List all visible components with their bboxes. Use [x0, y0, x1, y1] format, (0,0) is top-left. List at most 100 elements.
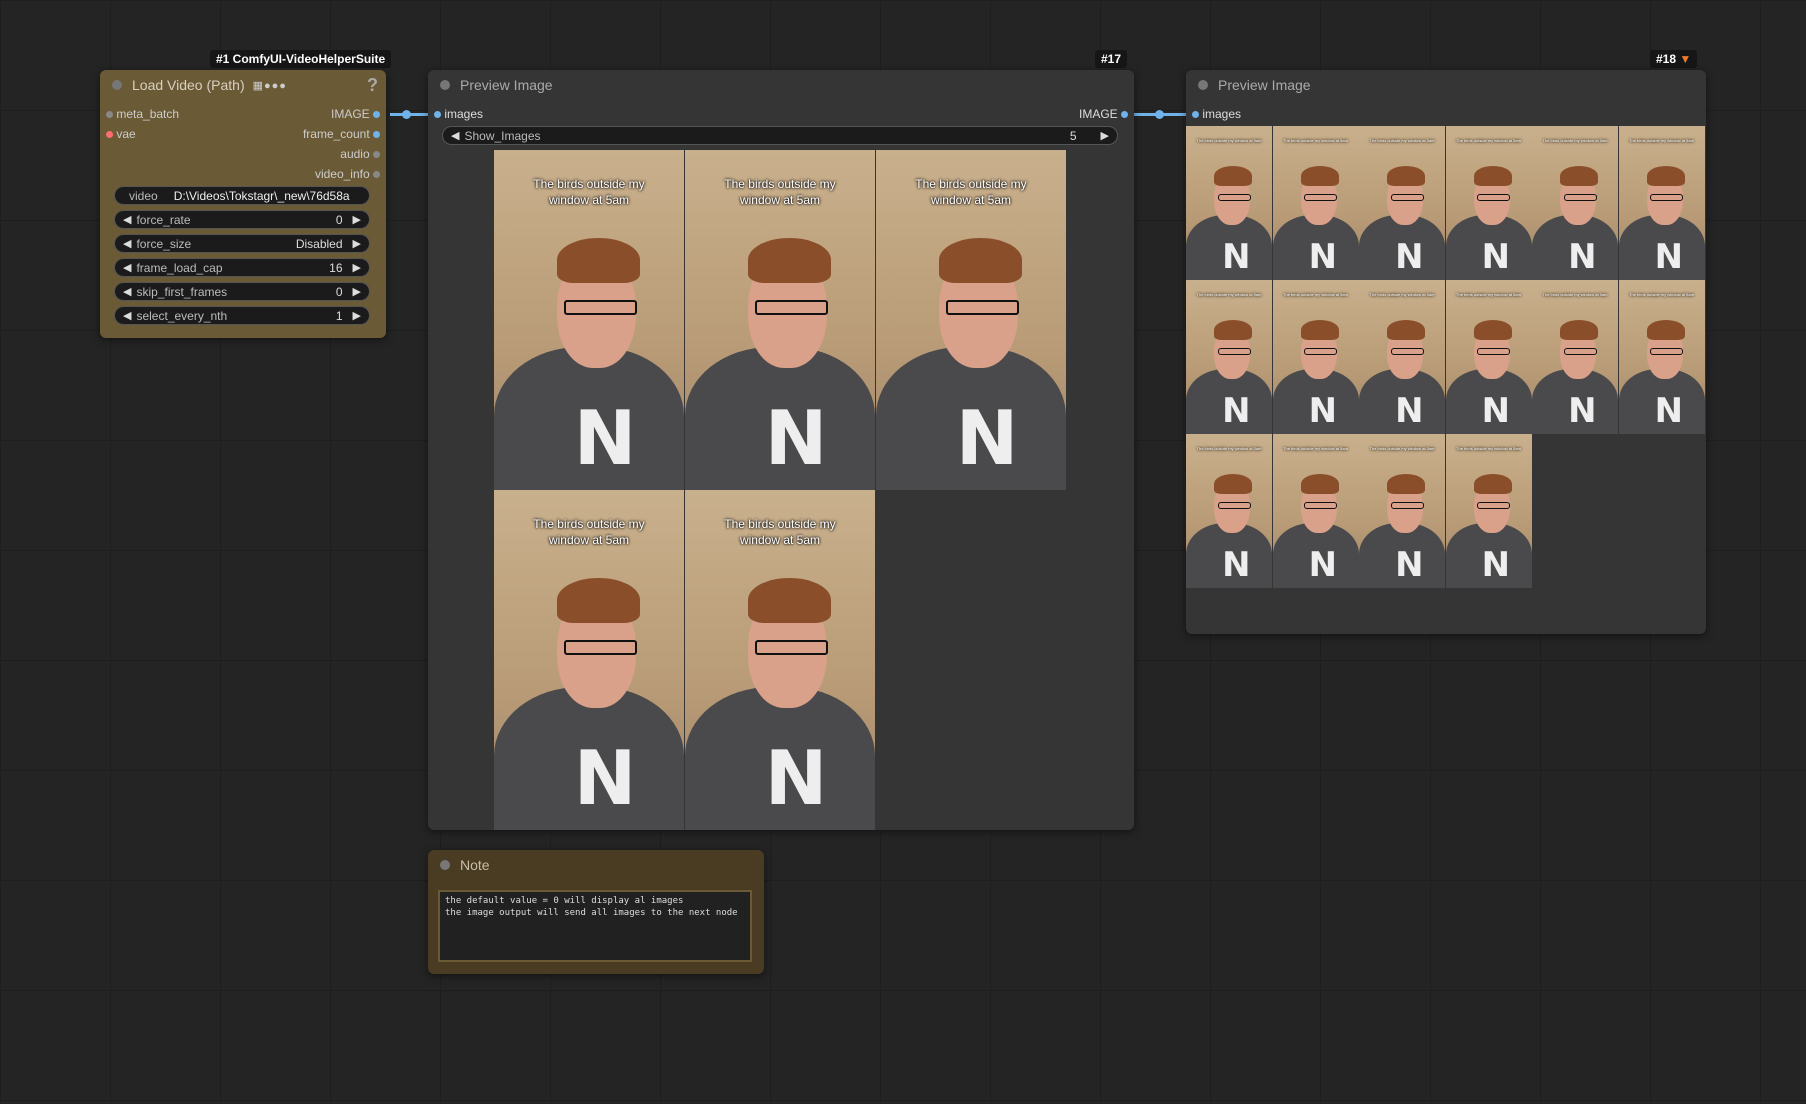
- hair-shape: [1300, 320, 1339, 341]
- wire-midpoint-icon[interactable]: [402, 110, 411, 119]
- output-audio[interactable]: audio: [340, 147, 380, 161]
- shirt-logo: N: [1308, 390, 1337, 430]
- increment-arrow-icon[interactable]: ▶: [353, 213, 361, 226]
- help-icon[interactable]: ?: [367, 75, 378, 96]
- note-title-bar[interactable]: Note: [428, 850, 764, 880]
- preview-thumbnail[interactable]: The birds outside my window at 5am N: [1272, 280, 1359, 434]
- force-size-value: Disabled: [295, 236, 343, 251]
- meta-batch-label: meta_batch: [116, 107, 180, 121]
- hair-shape: [747, 238, 832, 283]
- preview17-title-bar[interactable]: Preview Image: [428, 70, 1134, 100]
- decrement-arrow-icon[interactable]: ◀: [123, 285, 131, 298]
- collapse-dot-icon[interactable]: [112, 80, 122, 90]
- video-path-field[interactable]: video D:\Videos\Tokstagr\_new\76d58a: [114, 186, 370, 205]
- preview-image-node-17[interactable]: Preview Image images IMAGE ◀ Show_Images 5…: [428, 70, 1134, 830]
- video-info-slot-icon[interactable]: [373, 171, 380, 178]
- frame-load-cap-value: 16: [329, 260, 343, 275]
- preview-thumbnail[interactable]: The birds outside my window at 5am N: [1186, 126, 1272, 280]
- preview-thumbnail[interactable]: The birds outside my window at 5am N: [1618, 126, 1705, 280]
- vhs-logo-icon: ▦●●●: [252, 79, 287, 92]
- shirt-logo: N: [1481, 390, 1510, 430]
- meta-batch-slot-icon[interactable]: [106, 111, 113, 118]
- input-vae[interactable]: vae: [106, 127, 136, 141]
- increment-arrow-icon[interactable]: ▶: [353, 309, 361, 322]
- node-badge-17: #17: [1095, 50, 1128, 68]
- collapse-dot-icon[interactable]: [440, 80, 450, 90]
- preview-thumbnail[interactable]: The birds outside my window at 5am N: [876, 150, 1066, 490]
- decrement-arrow-icon[interactable]: ◀: [123, 261, 131, 274]
- hair-shape: [1473, 474, 1512, 495]
- shirt-logo: N: [1222, 236, 1251, 276]
- output-image-slot-icon[interactable]: [373, 111, 380, 118]
- preview-thumbnail[interactable]: The birds outside my window at 5am N: [1186, 434, 1272, 588]
- increment-arrow-icon[interactable]: ▶: [1101, 129, 1109, 142]
- preview-thumbnail[interactable]: The birds outside my window at 5am N: [1532, 126, 1618, 280]
- shirt-logo: N: [1568, 236, 1597, 276]
- glasses-shape: [1304, 501, 1338, 510]
- note-node[interactable]: Note the default value = 0 will display …: [428, 850, 764, 974]
- preview18-input-images[interactable]: images: [1192, 107, 1241, 121]
- thumbnail-caption: The birds outside my window at 5am: [1196, 446, 1262, 452]
- note-textarea[interactable]: the default value = 0 will display al im…: [438, 890, 752, 962]
- decrement-arrow-icon[interactable]: ◀: [123, 213, 131, 226]
- glasses-shape: [1390, 193, 1424, 202]
- images-slot-icon[interactable]: [434, 111, 441, 118]
- collapse-dot-icon[interactable]: [440, 860, 450, 870]
- preview-thumbnail[interactable]: The birds outside my window at 5am N: [685, 490, 875, 830]
- preview-thumbnail[interactable]: The birds outside my window at 5am N: [1359, 126, 1445, 280]
- hair-shape: [1387, 320, 1426, 341]
- frame-load-cap-widget[interactable]: ◀ frame_load_cap 16 ▶: [114, 258, 370, 277]
- output-image[interactable]: IMAGE: [331, 107, 380, 121]
- preview-thumbnail[interactable]: The birds outside my window at 5am N: [1532, 280, 1618, 434]
- decrement-arrow-icon[interactable]: ◀: [123, 237, 131, 250]
- preview-thumbnail[interactable]: The birds outside my window at 5am N: [1445, 280, 1532, 434]
- thumbnail-caption: The birds outside my window at 5am: [1369, 292, 1435, 298]
- shirt-logo: N: [1568, 390, 1597, 430]
- preview-image-node-18[interactable]: Preview Image images The birds outside m…: [1186, 70, 1706, 634]
- increment-arrow-icon[interactable]: ▶: [353, 261, 361, 274]
- increment-arrow-icon[interactable]: ▶: [353, 237, 361, 250]
- decrement-arrow-icon[interactable]: ◀: [451, 129, 459, 142]
- thumbnail-caption: The birds outside my window at 5am: [1283, 292, 1348, 298]
- preview-thumbnail[interactable]: The birds outside my window at 5am N: [1359, 280, 1445, 434]
- image-output-slot-icon[interactable]: [1121, 111, 1128, 118]
- preview-thumbnail[interactable]: The birds outside my window at 5am N: [1359, 434, 1445, 588]
- input-meta-batch[interactable]: meta_batch: [106, 107, 179, 121]
- audio-slot-icon[interactable]: [373, 151, 380, 158]
- shirt-logo: N: [955, 394, 1019, 482]
- preview-thumbnail[interactable]: The birds outside my window at 5am N: [1445, 126, 1532, 280]
- show-images-widget[interactable]: ◀ Show_Images 5 ▶: [442, 126, 1118, 145]
- select-every-nth-widget[interactable]: ◀ select_every_nth 1 ▶: [114, 306, 370, 325]
- preview-thumbnail[interactable]: The birds outside my window at 5am N: [1445, 434, 1532, 588]
- output-video-info[interactable]: video_info: [315, 167, 380, 181]
- images-slot-icon[interactable]: [1192, 111, 1199, 118]
- load-video-node[interactable]: Load Video (Path) ▦●●● ? meta_batch vae …: [100, 70, 386, 338]
- preview-thumbnail[interactable]: The birds outside my window at 5am N: [494, 150, 684, 490]
- shirt-logo: N: [764, 734, 828, 822]
- preview18-title-bar[interactable]: Preview Image: [1186, 70, 1706, 100]
- hair-shape: [556, 578, 641, 623]
- output-frame-count[interactable]: frame_count: [303, 127, 380, 141]
- skip-first-frames-widget[interactable]: ◀ skip_first_frames 0 ▶: [114, 282, 370, 301]
- preview17-image-grid: The birds outside my window at 5am N The b…: [494, 150, 1066, 830]
- shirt-logo: N: [1395, 236, 1424, 276]
- preview-thumbnail[interactable]: The birds outside my window at 5am N: [1272, 126, 1359, 280]
- increment-arrow-icon[interactable]: ▶: [353, 285, 361, 298]
- frame-count-slot-icon[interactable]: [373, 131, 380, 138]
- decrement-arrow-icon[interactable]: ◀: [123, 309, 131, 322]
- preview-thumbnail[interactable]: The birds outside my window at 5am N: [1618, 280, 1705, 434]
- load-video-title-bar[interactable]: Load Video (Path) ▦●●● ?: [100, 70, 386, 100]
- glasses-shape: [1477, 501, 1511, 510]
- force-size-widget[interactable]: ◀ force_size Disabled ▶: [114, 234, 370, 253]
- preview-thumbnail[interactable]: The birds outside my window at 5am N: [685, 150, 875, 490]
- preview17-output-image[interactable]: IMAGE: [1079, 107, 1128, 121]
- force-rate-widget[interactable]: ◀ force_rate 0 ▶: [114, 210, 370, 229]
- vae-slot-icon[interactable]: [106, 131, 113, 138]
- preview18-title: Preview Image: [1218, 77, 1311, 93]
- preview-thumbnail[interactable]: The birds outside my window at 5am N: [1186, 280, 1272, 434]
- wire-midpoint-icon[interactable]: [1155, 110, 1164, 119]
- preview17-input-images[interactable]: images: [434, 107, 483, 121]
- preview-thumbnail[interactable]: The birds outside my window at 5am N: [494, 490, 684, 830]
- preview-thumbnail[interactable]: The birds outside my window at 5am N: [1272, 434, 1359, 588]
- collapse-dot-icon[interactable]: [1198, 80, 1208, 90]
